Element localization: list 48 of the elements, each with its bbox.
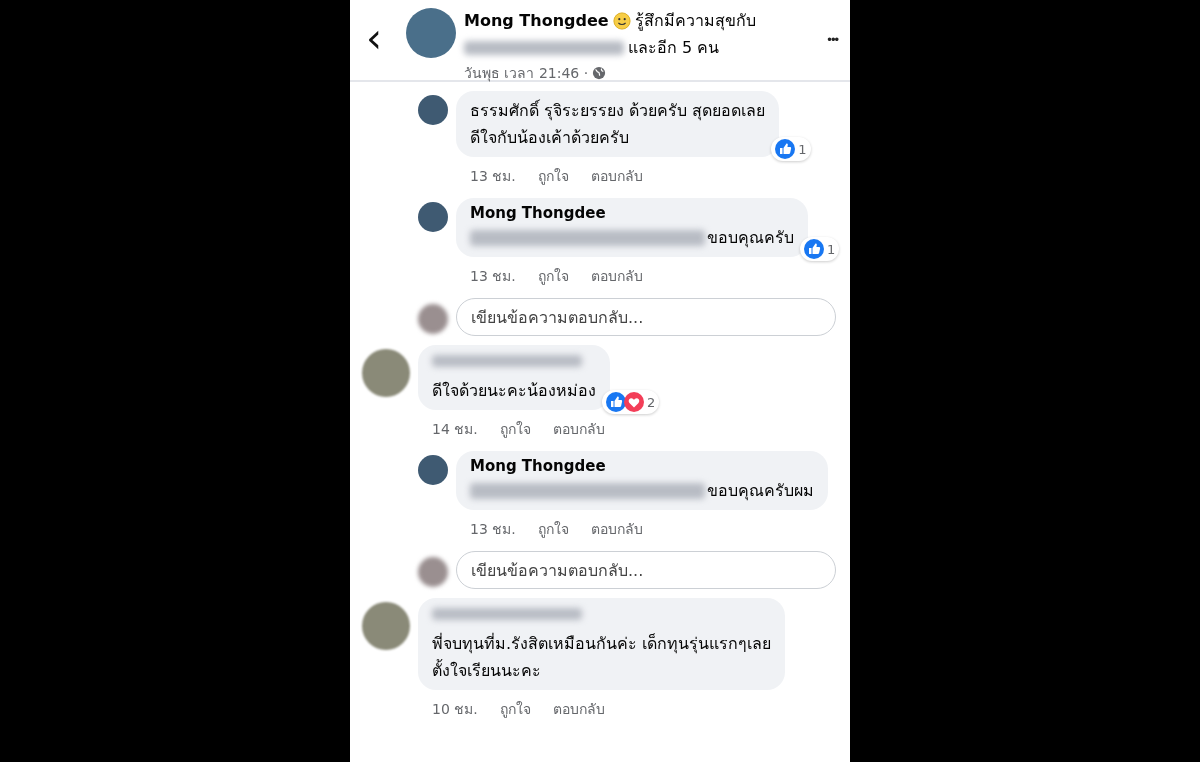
comment-text: ดีใจด้วยนะคะน้องหม่อง — [432, 380, 596, 402]
avatar-placeholder[interactable] — [362, 602, 410, 650]
like-link[interactable]: ถูกใจ — [537, 165, 569, 187]
reply-link[interactable]: ตอบกลับ — [552, 418, 605, 440]
comment-text: ธรรมศักดิ์ รุจิระยรรยง ด้วยครับ สุดยอดเลย — [470, 98, 766, 123]
smiley-icon — [612, 11, 631, 30]
like-link[interactable]: ถูกใจ — [499, 418, 531, 440]
reaction-count[interactable]: 1 — [771, 137, 811, 161]
feeling-text: รู้สึกมีความสุขกับ — [634, 10, 756, 33]
globe-icon — [592, 66, 607, 80]
avatar-placeholder[interactable] — [406, 8, 456, 58]
thumbs-up-icon — [775, 139, 796, 159]
comment-text: ขอบคุณครับผม — [707, 480, 814, 503]
back-button[interactable]: ‹ — [366, 18, 390, 58]
comment-time: 13 ชม. — [470, 520, 516, 539]
reaction-count[interactable]: 2 — [602, 390, 660, 414]
comment-text: ดีใจกับน้องเค้าด้วยครับ — [470, 127, 629, 149]
comment-text: ขอบคุณครับ — [707, 227, 794, 250]
reply-link[interactable]: ตอบกลับ — [590, 265, 643, 287]
post-time: วันพุธ เวลา 21:46 · — [464, 64, 589, 84]
reply-field[interactable]: เขียนข้อความตอบกลับ... — [456, 551, 836, 589]
thumbs-up-icon — [606, 392, 626, 412]
avatar-placeholder[interactable] — [418, 95, 448, 125]
comment-time: 14 ชม. — [432, 420, 478, 439]
avatar-placeholder — [418, 557, 448, 587]
comment-time: 13 ชม. — [470, 267, 516, 286]
poster-name[interactable]: Mong Thongdee — [464, 11, 609, 30]
avatar-placeholder[interactable] — [362, 349, 410, 397]
reply-field[interactable]: เขียนข้อความตอบกลับ... — [456, 298, 836, 336]
avatar-placeholder — [418, 304, 448, 334]
reply-link[interactable]: ตอบกลับ — [590, 165, 643, 187]
reply-link[interactable]: ตอบกลับ — [552, 698, 605, 720]
comment-text: ตั้งใจเรียนนะคะ — [432, 658, 541, 682]
like-link[interactable]: ถูกใจ — [537, 265, 569, 287]
comment-text: พี่จบทุนที่ม.รังสิตเหมือนกันค่ะ เด็กทุนรุ่นแรกๆเลย — [432, 632, 772, 656]
reply-link[interactable]: ตอบกลับ — [590, 518, 643, 540]
avatar-placeholder[interactable] — [418, 455, 448, 485]
tagged-others[interactable]: และอีก 5 คน — [628, 35, 720, 60]
reaction-count[interactable]: 1 — [800, 237, 840, 261]
thumbs-up-icon — [804, 239, 824, 259]
like-link[interactable]: ถูกใจ — [537, 518, 569, 540]
comment-author[interactable]: Mong Thongdee — [470, 204, 794, 222]
comment-time: 13 ชม. — [470, 167, 516, 186]
comment-author[interactable]: Mong Thongdee — [470, 457, 814, 475]
like-link[interactable]: ถูกใจ — [499, 698, 531, 720]
more-button[interactable]: ••• — [827, 32, 838, 47]
comment-time: 10 ชม. — [432, 700, 478, 719]
avatar-placeholder[interactable] — [418, 202, 448, 232]
